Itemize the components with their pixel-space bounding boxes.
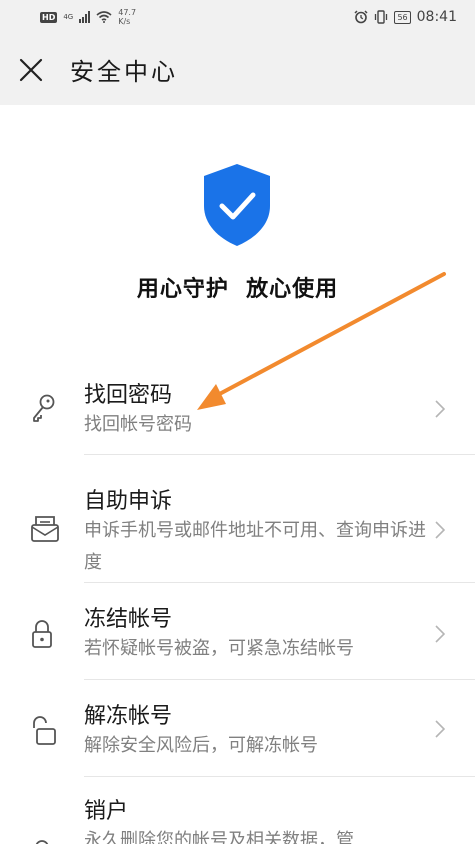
- alarm-icon: [354, 10, 368, 24]
- slogan: 用心守护 放心使用: [136, 277, 339, 302]
- chevron-right-icon: [435, 720, 445, 738]
- item-title: 冻结帐号: [84, 607, 173, 632]
- shield-check-icon: [204, 164, 270, 246]
- item-desc: 解除安全风险后，可解冻帐号: [84, 735, 318, 756]
- hd-badge: HD: [40, 11, 58, 23]
- status-bar-left: HD 4G 47.7 K/s: [40, 8, 136, 26]
- network-type: 4G: [63, 13, 74, 21]
- wifi-icon: [96, 11, 112, 23]
- item-desc: 若怀疑帐号被盗，可紧急冻结帐号: [84, 638, 354, 659]
- list-item-unfreeze-account[interactable]: 解冻帐号 解除安全风险后，可解冻帐号: [33, 680, 475, 777]
- battery-icon: 56: [394, 10, 411, 24]
- mail-appeal-icon: [31, 516, 59, 542]
- item-desc: 申诉手机号或邮件地址不可用、查询申诉进度: [84, 520, 426, 573]
- app-header: 安全中心: [0, 34, 475, 105]
- clock: 08:41: [416, 9, 457, 25]
- hero-section: 用心守护 放心使用: [0, 105, 475, 345]
- user-remove-icon: [35, 840, 49, 844]
- item-title: 找回密码: [84, 383, 173, 408]
- status-bar: HD 4G 47.7 K/s 56 08:41: [0, 0, 475, 34]
- list-item-recover-password[interactable]: 找回密码 找回帐号密码: [33, 345, 475, 455]
- lock-icon: [32, 620, 52, 648]
- vibrate-icon: [375, 10, 388, 24]
- item-title: 自助申诉: [84, 489, 173, 514]
- unlock-icon: [33, 716, 56, 745]
- status-bar-right: 56 08:41: [354, 9, 457, 25]
- speed-value: 47.7: [118, 8, 137, 17]
- chevron-right-icon: [435, 521, 445, 539]
- item-title: 销户: [84, 799, 129, 824]
- close-icon: [19, 58, 43, 81]
- item-desc: 找回帐号密码: [84, 414, 192, 435]
- item-title: 解冻帐号: [84, 704, 173, 729]
- close-button[interactable]: [0, 34, 70, 105]
- chevron-right-icon: [435, 400, 445, 418]
- speed-unit: K/s: [118, 17, 131, 26]
- security-options-list: 找回密码 找回帐号密码 自助申诉 申诉手机号或邮件地址不可用、查询申诉进度 冻结…: [0, 345, 475, 844]
- signal-icon: [79, 11, 91, 23]
- key-icon: [33, 394, 55, 422]
- list-item-self-appeal[interactable]: 自助申诉 申诉手机号或邮件地址不可用、查询申诉进度: [31, 455, 475, 583]
- list-item-freeze-account[interactable]: 冻结帐号 若怀疑帐号被盗，可紧急冻结帐号: [32, 583, 475, 680]
- page-title: 安全中心: [70, 58, 178, 86]
- network-speed: 47.7 K/s: [118, 8, 136, 26]
- chevron-right-icon: [435, 625, 445, 643]
- list-item-delete-account[interactable]: 销户 永久删除您的帐号及相关数据，管: [35, 777, 475, 844]
- item-desc: 永久删除您的帐号及相关数据，管: [84, 830, 354, 844]
